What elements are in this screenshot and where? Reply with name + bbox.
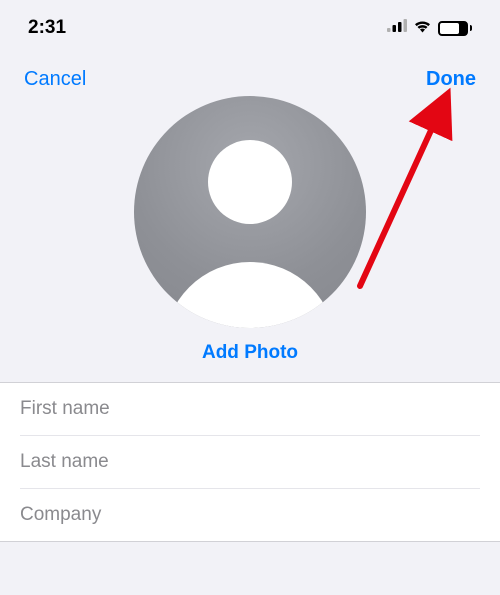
first-name-row [0, 383, 500, 436]
first-name-input[interactable] [20, 383, 480, 436]
cellular-signal-icon [387, 19, 407, 37]
fields-group [0, 382, 500, 542]
photo-section: Add Photo [0, 98, 500, 382]
battery-icon: 68 [438, 21, 472, 36]
contact-avatar-placeholder-icon[interactable] [134, 96, 366, 328]
cancel-button[interactable]: Cancel [24, 68, 86, 91]
status-bar: 2:31 68 [0, 0, 500, 50]
done-button[interactable]: Done [426, 68, 476, 91]
last-name-row [0, 436, 500, 489]
last-name-input[interactable] [20, 436, 480, 489]
company-input[interactable] [20, 489, 480, 541]
wifi-icon [413, 19, 432, 38]
company-row [0, 489, 500, 541]
add-photo-button[interactable]: Add Photo [202, 342, 298, 364]
status-right: 68 [387, 19, 472, 38]
nav-bar: Cancel Done [0, 50, 500, 98]
status-time: 2:31 [28, 17, 66, 39]
